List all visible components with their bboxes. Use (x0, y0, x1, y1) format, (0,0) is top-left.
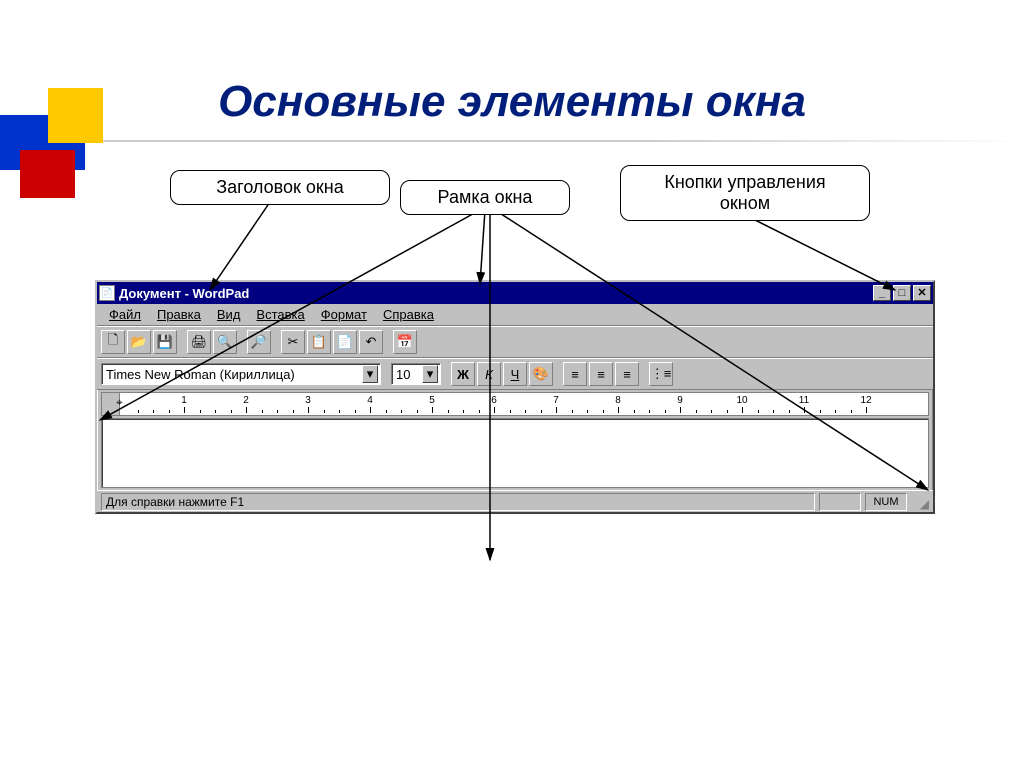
italic-button[interactable]: К (477, 362, 501, 386)
close-button[interactable]: ✕ (913, 285, 931, 301)
align-left-icon[interactable]: ≡ (563, 362, 587, 386)
preview-icon[interactable]: 🔍 (213, 330, 237, 354)
format-toolbar: Times New Roman (Кириллица) ▾ 10 ▾ Ж К Ч… (97, 358, 933, 390)
callout-frame: Рамка окна (400, 180, 570, 215)
minimize-button[interactable]: _ (873, 285, 891, 301)
status-cell-empty (819, 493, 861, 511)
resize-grip-icon[interactable]: ◢ (911, 493, 929, 511)
bold-button[interactable]: Ж (451, 362, 475, 386)
editor-area[interactable] (101, 418, 929, 488)
callout-titlebar: Заголовок окна (170, 170, 390, 205)
window-title: Документ - WordPad (119, 286, 873, 301)
menu-insert[interactable]: Вставка (248, 305, 312, 324)
titlebar[interactable]: 📄 Документ - WordPad _ □ ✕ (97, 282, 933, 304)
status-text: Для справки нажмите F1 (101, 493, 815, 511)
maximize-button[interactable]: □ (893, 285, 911, 301)
undo-icon[interactable]: ↶ (359, 330, 383, 354)
menu-file[interactable]: Файл (101, 305, 149, 324)
deco-line (85, 140, 1024, 142)
new-icon[interactable]: 🗋 (101, 330, 125, 354)
underline-button[interactable]: Ч (503, 362, 527, 386)
font-combo[interactable]: Times New Roman (Кириллица) ▾ (101, 363, 381, 385)
menu-help[interactable]: Справка (375, 305, 442, 324)
statusbar: Для справки нажмите F1 NUM ◢ (97, 490, 933, 512)
dropdown-icon[interactable]: ▾ (362, 365, 378, 383)
menu-format[interactable]: Формат (313, 305, 375, 324)
deco-red (20, 150, 75, 198)
font-size: 10 (396, 367, 418, 382)
print-icon[interactable]: 🖨 (187, 330, 211, 354)
slide-title: Основные элементы окна (0, 77, 1024, 127)
bullets-icon[interactable]: ⋮≡ (649, 362, 673, 386)
menu-view[interactable]: Вид (209, 305, 249, 324)
ruler[interactable]: ⌖ 123456789101112 (101, 392, 929, 416)
datetime-icon[interactable]: 📅 (393, 330, 417, 354)
callout-controls: Кнопки управления окном (620, 165, 870, 221)
status-num: NUM (865, 493, 907, 511)
menubar: Файл Правка Вид Вставка Формат Справка (97, 304, 933, 326)
font-name: Times New Roman (Кириллица) (106, 367, 358, 382)
standard-toolbar: 🗋 📂 💾 🖨 🔍 🔎 ✂ 📋 📄 ↶ 📅 (97, 326, 933, 358)
save-icon[interactable]: 💾 (153, 330, 177, 354)
wordpad-window: 📄 Документ - WordPad _ □ ✕ Файл Правка В… (95, 280, 935, 514)
paste-icon[interactable]: 📄 (333, 330, 357, 354)
menu-edit[interactable]: Правка (149, 305, 209, 324)
find-icon[interactable]: 🔎 (247, 330, 271, 354)
open-icon[interactable]: 📂 (127, 330, 151, 354)
cut-icon[interactable]: ✂ (281, 330, 305, 354)
color-button[interactable]: 🎨 (529, 362, 553, 386)
copy-icon[interactable]: 📋 (307, 330, 331, 354)
align-center-icon[interactable]: ≡ (589, 362, 613, 386)
size-combo[interactable]: 10 ▾ (391, 363, 441, 385)
dropdown-icon[interactable]: ▾ (422, 365, 438, 383)
app-icon: 📄 (99, 285, 115, 301)
align-right-icon[interactable]: ≡ (615, 362, 639, 386)
